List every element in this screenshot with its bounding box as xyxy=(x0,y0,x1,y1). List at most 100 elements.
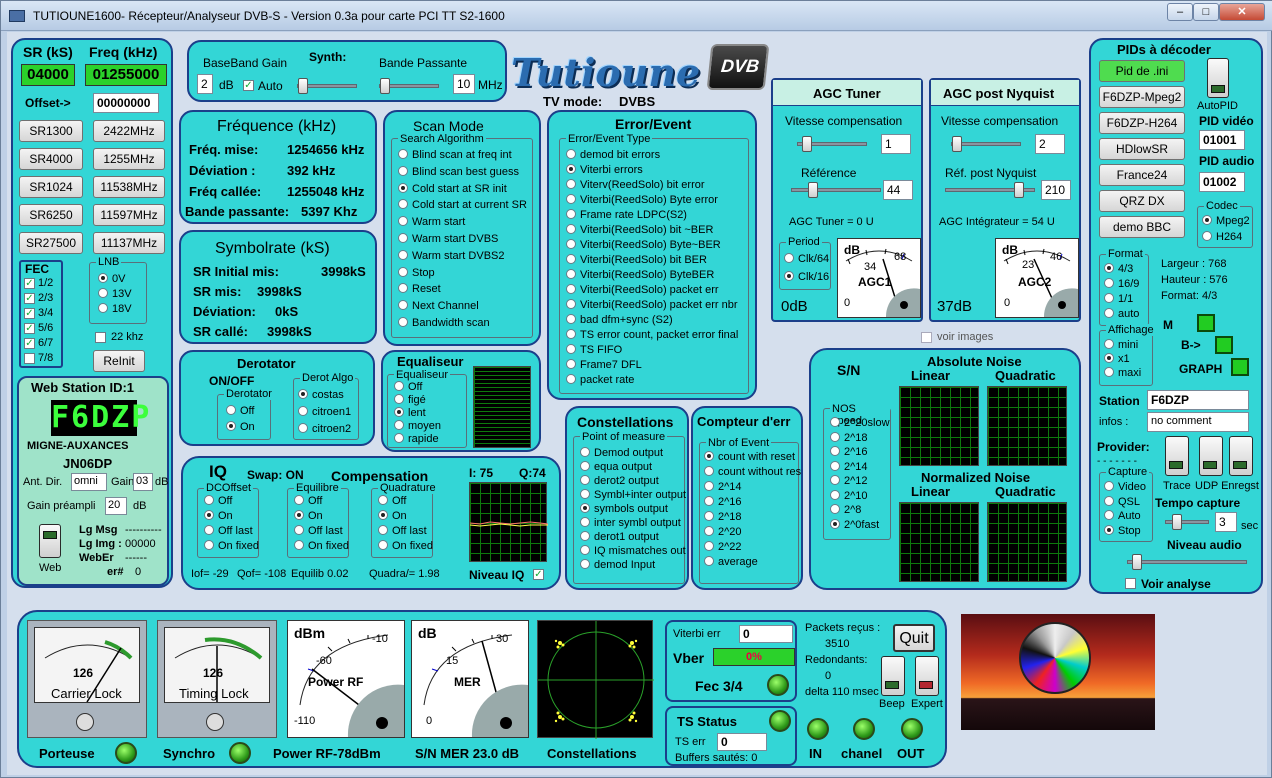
freq-value[interactable]: 01255000 xyxy=(85,64,167,86)
scan-mode-radio-10[interactable] xyxy=(398,300,408,311)
nbr-event-option-5[interactable]: 2^18 xyxy=(704,511,742,523)
error-event-option-4[interactable]: Viterbi(ReedSolo) Byte error xyxy=(566,194,718,206)
point-of-measure-option-1[interactable]: Demod output xyxy=(580,447,663,459)
nos-speed-option-4[interactable]: 2^14 xyxy=(830,460,868,473)
niveau-iq-checkbox[interactable]: ✓ xyxy=(533,569,544,580)
quadrature-option-3[interactable]: Off last xyxy=(378,525,427,537)
nbr-event-radio-7[interactable] xyxy=(704,541,714,551)
format-radio-3[interactable] xyxy=(1104,293,1114,303)
nos-speed-radio-2[interactable] xyxy=(830,431,840,442)
format-option-1[interactable]: 4/3 xyxy=(1104,263,1133,275)
scan-mode-radio-8[interactable] xyxy=(398,266,408,277)
reinit-button[interactable]: ReInit xyxy=(93,350,145,372)
error-event-radio-11[interactable] xyxy=(566,299,576,309)
codec-mpeg2[interactable]: Mpeg2 xyxy=(1202,215,1250,227)
point-of-measure-option-4[interactable]: Symbl+inter output xyxy=(580,489,686,501)
affichage-radio-1[interactable] xyxy=(1104,339,1114,349)
maximize-button[interactable]: □ xyxy=(1193,3,1219,21)
graph-indicator[interactable] xyxy=(1231,358,1249,376)
point-of-measure-radio-5[interactable] xyxy=(580,503,590,513)
point-of-measure-radio-6[interactable] xyxy=(580,517,590,527)
beep-toggle[interactable] xyxy=(881,656,905,696)
equilibre-radio-2[interactable] xyxy=(294,510,304,520)
agc-nyquist-vitesse-input[interactable]: 2 xyxy=(1035,134,1065,154)
dcoffset-radio-2[interactable] xyxy=(204,510,214,520)
equaliseur-option-4[interactable]: moyen xyxy=(394,420,441,432)
tempo-input[interactable]: 3 xyxy=(1215,512,1237,532)
scan-mode-radio-4[interactable] xyxy=(398,199,408,210)
close-button[interactable]: ✕ xyxy=(1219,3,1265,21)
error-event-option-5[interactable]: Frame rate LDPC(S2) xyxy=(566,209,687,221)
error-event-radio-12[interactable] xyxy=(566,314,576,324)
sr-button-5[interactable]: SR27500 xyxy=(19,232,83,254)
agc-tuner-vitesse-slider[interactable] xyxy=(797,136,867,152)
dcoffset-radio-1[interactable] xyxy=(204,495,214,505)
error-event-radio-6[interactable] xyxy=(566,224,576,234)
freq-button-5[interactable]: 11137MHz xyxy=(93,232,165,254)
capture-radio-3[interactable] xyxy=(1104,510,1114,520)
station-input[interactable]: F6DZP xyxy=(1147,390,1249,410)
agc-tuner-ref-slider[interactable] xyxy=(791,182,881,198)
quadrature-option-1[interactable]: Off xyxy=(378,495,406,507)
preampli-input[interactable]: 20 xyxy=(105,497,127,515)
format-option-3[interactable]: 1/1 xyxy=(1104,293,1133,305)
nos-speed-radio-4[interactable] xyxy=(830,460,840,471)
gain-input[interactable]: 03 xyxy=(133,473,153,491)
nbr-event-option-4[interactable]: 2^16 xyxy=(704,496,742,508)
error-event-radio-15[interactable] xyxy=(566,359,576,369)
udp-toggle[interactable] xyxy=(1199,436,1223,476)
scan-mode-option-6[interactable]: Warm start DVBS xyxy=(398,233,498,245)
agc-tuner-vitesse-input[interactable]: 1 xyxy=(881,134,911,154)
point-of-measure-radio-2[interactable] xyxy=(580,461,590,471)
error-event-radio-1[interactable] xyxy=(566,149,576,159)
equaliseur-radio-3[interactable] xyxy=(394,407,404,417)
timing-reset-button[interactable] xyxy=(206,713,224,731)
nbr-event-option-8[interactable]: average xyxy=(704,556,758,568)
nos-speed-option-3[interactable]: 2^16 xyxy=(830,446,868,458)
point-of-measure-option-7[interactable]: derot1 output xyxy=(580,531,659,543)
offset-input[interactable]: 00000000 xyxy=(93,93,159,113)
equaliseur-radio-4[interactable] xyxy=(394,420,404,430)
nos-speed-radio-1[interactable] xyxy=(830,417,840,427)
point-of-measure-option-2[interactable]: equa output xyxy=(580,461,652,473)
quadrature-radio-1[interactable] xyxy=(378,495,388,505)
period-clk64[interactable]: Clk/64 xyxy=(784,253,829,265)
b-indicator[interactable] xyxy=(1215,336,1233,354)
nbr-event-radio-4[interactable] xyxy=(704,496,714,506)
scan-mode-radio-6[interactable] xyxy=(398,233,408,243)
affichage-radio-3[interactable] xyxy=(1104,367,1114,377)
point-of-measure-radio-1[interactable] xyxy=(580,447,590,457)
error-event-radio-2[interactable] xyxy=(566,164,576,174)
infos-input[interactable]: no comment xyxy=(1147,412,1249,432)
scan-mode-radio-2[interactable] xyxy=(398,165,408,176)
nbr-event-radio-6[interactable] xyxy=(704,526,714,536)
freq-button-2[interactable]: 1255MHz xyxy=(93,148,165,170)
point-of-measure-radio-3[interactable] xyxy=(580,475,590,485)
nbr-event-option-2[interactable]: count without res xyxy=(704,466,801,478)
error-event-radio-13[interactable] xyxy=(566,329,576,339)
demo-bbc-button[interactable]: demo BBC xyxy=(1099,216,1185,238)
point-of-measure-option-5[interactable]: symbols output xyxy=(580,503,668,515)
minimize-button[interactable]: – xyxy=(1167,3,1193,21)
agc-tuner-ref-input[interactable]: 44 xyxy=(883,180,913,200)
scan-mode-option-4[interactable]: Cold start at current SR xyxy=(398,199,527,211)
scan-mode-option-1[interactable]: Blind scan at freq int xyxy=(398,149,512,161)
lnb-18v[interactable]: 18V xyxy=(98,303,132,315)
derotator-off[interactable]: Off xyxy=(226,405,254,417)
nos-speed-radio-7[interactable] xyxy=(830,504,840,514)
trace-toggle[interactable] xyxy=(1165,436,1189,476)
viterbi-err-input[interactable]: 0 xyxy=(739,625,793,643)
scan-mode-radio-11[interactable] xyxy=(398,317,408,327)
lnb-13v[interactable]: 13V xyxy=(98,288,132,300)
bandwidth-input[interactable]: 10 xyxy=(453,74,475,94)
derot-citroen1[interactable]: citroen1 xyxy=(298,406,351,418)
error-event-option-10[interactable]: Viterbi(ReedSolo) packet err xyxy=(566,284,719,296)
expert-toggle[interactable] xyxy=(915,656,939,696)
equilibre-option-3[interactable]: Off last xyxy=(294,525,343,537)
quadrature-radio-2[interactable] xyxy=(378,510,388,520)
nbr-event-option-3[interactable]: 2^14 xyxy=(704,481,742,493)
equilibre-radio-4[interactable] xyxy=(294,540,304,550)
error-event-radio-7[interactable] xyxy=(566,239,576,249)
carrier-reset-button[interactable] xyxy=(76,713,94,731)
sr-button-2[interactable]: SR4000 xyxy=(19,148,83,170)
